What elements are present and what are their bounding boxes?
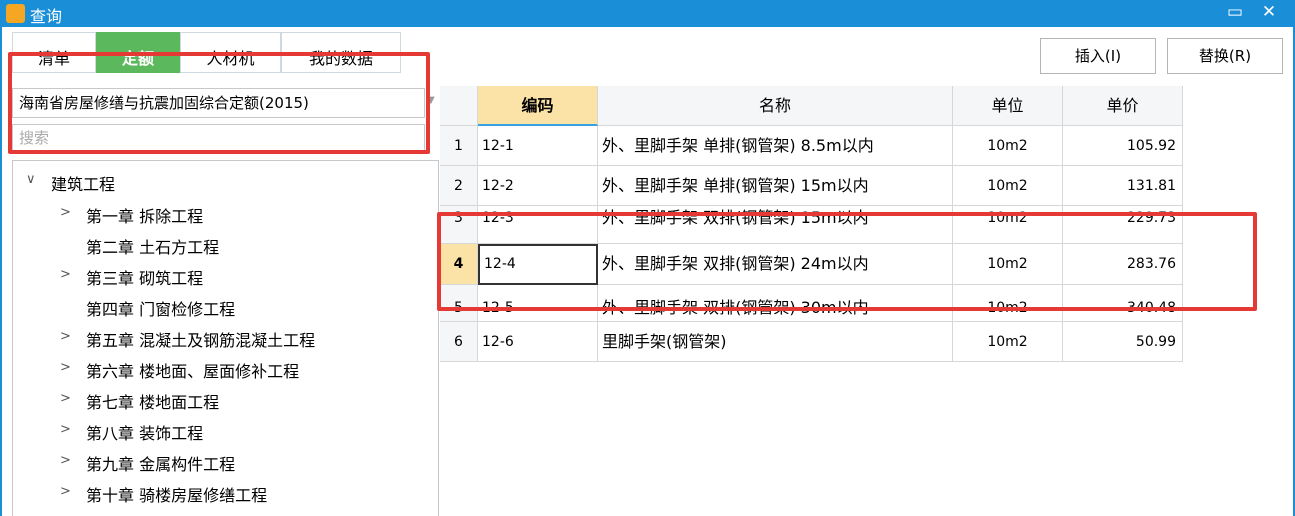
row-index[interactable]: 2 bbox=[440, 166, 478, 206]
tree-root-building[interactable]: 建筑工程 bbox=[51, 171, 115, 195]
header-corner bbox=[440, 86, 478, 126]
insert-button[interactable]: 插入(I) bbox=[1040, 38, 1156, 74]
tree-item-chapter-9[interactable]: 第九章 金属构件工程 bbox=[86, 451, 235, 475]
chevron-right-icon[interactable]: > bbox=[60, 267, 71, 282]
chevron-right-icon[interactable]: > bbox=[60, 360, 71, 375]
cell-unit[interactable]: 10m2 bbox=[953, 206, 1063, 244]
tree-item-chapter-1[interactable]: 第一章 拆除工程 bbox=[86, 203, 203, 227]
tab-quota[interactable]: 定额 bbox=[96, 32, 180, 73]
row-index[interactable]: 4 bbox=[440, 244, 478, 285]
tab-labor-material-machine[interactable]: 人材机 bbox=[180, 32, 281, 73]
cell-code[interactable]: 12-1 bbox=[478, 126, 598, 166]
chevron-down-icon[interactable]: ▼ bbox=[427, 95, 435, 106]
cell-name[interactable]: 外、里脚手架 双排(钢管架) 30m以内 bbox=[598, 285, 953, 322]
cell-code[interactable]: 12-4 bbox=[478, 244, 598, 285]
cell-code[interactable]: 12-2 bbox=[478, 166, 598, 206]
cell-price[interactable]: 105.92 bbox=[1063, 126, 1183, 166]
cell-name[interactable]: 外、里脚手架 单排(钢管架) 15m以内 bbox=[598, 166, 953, 206]
tab-bill[interactable]: 清单 bbox=[12, 32, 96, 73]
cell-name[interactable]: 外、里脚手架 双排(钢管架) 15m以内 bbox=[598, 206, 953, 244]
cell-unit[interactable]: 10m2 bbox=[953, 322, 1063, 362]
cell-unit[interactable]: 10m2 bbox=[953, 126, 1063, 166]
chevron-right-icon[interactable]: > bbox=[60, 453, 71, 468]
tree-item-chapter-3[interactable]: 第三章 砌筑工程 bbox=[86, 265, 203, 289]
tree-item-chapter-8[interactable]: 第八章 装饰工程 bbox=[86, 420, 203, 444]
cell-price[interactable]: 229.73 bbox=[1063, 206, 1183, 244]
cell-price[interactable]: 283.76 bbox=[1063, 244, 1183, 285]
tree-item-chapter-4[interactable]: 第四章 门窗检修工程 bbox=[86, 296, 235, 320]
chevron-right-icon[interactable]: > bbox=[60, 329, 71, 344]
cell-price[interactable]: 50.99 bbox=[1063, 322, 1183, 362]
tree-item-chapter-7[interactable]: 第七章 楼地面工程 bbox=[86, 389, 219, 413]
maximize-icon[interactable]: ▭ bbox=[1222, 2, 1248, 22]
window-title: 查询 bbox=[30, 7, 63, 26]
cell-name[interactable]: 外、里脚手架 双排(钢管架) 24m以内 bbox=[598, 244, 953, 285]
title-bar: 查询 ▭ ✕ bbox=[0, 0, 1295, 27]
chevron-right-icon[interactable]: > bbox=[60, 484, 71, 499]
row-index[interactable]: 1 bbox=[440, 126, 478, 166]
tree-item-chapter-2[interactable]: 第二章 土石方工程 bbox=[86, 234, 219, 258]
close-icon[interactable]: ✕ bbox=[1256, 2, 1282, 22]
row-index[interactable]: 5 bbox=[440, 285, 478, 322]
cell-unit[interactable]: 10m2 bbox=[953, 285, 1063, 322]
cell-name[interactable]: 外、里脚手架 单排(钢管架) 8.5m以内 bbox=[598, 126, 953, 166]
chevron-right-icon[interactable]: > bbox=[60, 391, 71, 406]
cell-code[interactable]: 12-3 bbox=[478, 206, 598, 244]
row-index[interactable]: 6 bbox=[440, 322, 478, 362]
chevron-right-icon[interactable]: > bbox=[60, 205, 71, 220]
header-price[interactable]: 单价 bbox=[1063, 86, 1183, 126]
header-unit[interactable]: 单位 bbox=[953, 86, 1063, 126]
search-input[interactable]: 搜索 bbox=[12, 124, 425, 152]
cell-code[interactable]: 12-6 bbox=[478, 322, 598, 362]
app-icon bbox=[6, 4, 25, 23]
cell-code[interactable]: 12-5 bbox=[478, 285, 598, 322]
row-index[interactable]: 3 bbox=[440, 206, 478, 244]
cell-unit[interactable]: 10m2 bbox=[953, 244, 1063, 285]
replace-button[interactable]: 替换(R) bbox=[1167, 38, 1283, 74]
cell-price[interactable]: 340.48 bbox=[1063, 285, 1183, 322]
tree-item-chapter-6[interactable]: 第六章 楼地面、屋面修补工程 bbox=[86, 358, 299, 382]
cell-name[interactable]: 里脚手架(钢管架) bbox=[598, 322, 953, 362]
cell-unit[interactable]: 10m2 bbox=[953, 166, 1063, 206]
tree-item-chapter-5[interactable]: 第五章 混凝土及钢筋混凝土工程 bbox=[86, 327, 315, 351]
chapter-tree: ∨ 建筑工程 > 第一章 拆除工程 第二章 土石方工程 > 第三章 砌筑工程 第… bbox=[12, 160, 439, 516]
header-name[interactable]: 名称 bbox=[598, 86, 953, 126]
header-code[interactable]: 编码 bbox=[478, 86, 598, 126]
chevron-right-icon[interactable]: > bbox=[60, 422, 71, 437]
chevron-down-icon[interactable]: ∨ bbox=[26, 172, 36, 187]
tab-my-data[interactable]: 我的数据 bbox=[281, 32, 401, 73]
cell-price[interactable]: 131.81 bbox=[1063, 166, 1183, 206]
quota-library-select[interactable]: 海南省房屋修缮与抗震加固综合定额(2015) bbox=[12, 88, 425, 118]
tree-item-chapter-10[interactable]: 第十章 骑楼房屋修缮工程 bbox=[86, 482, 267, 506]
